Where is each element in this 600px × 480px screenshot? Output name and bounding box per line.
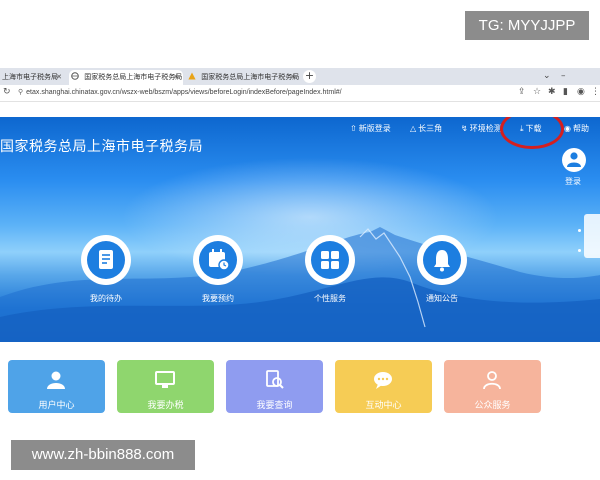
globe-icon: [71, 71, 79, 80]
service-appointment[interactable]: 我要预约: [188, 235, 248, 304]
grid-icon: [321, 251, 339, 269]
nav-env-check[interactable]: ↯ 环境检测: [461, 123, 502, 134]
tab-2[interactable]: 国家税务总局上海市电子税务局 ✕: [69, 70, 183, 85]
card-interaction[interactable]: 互动中心: [335, 360, 432, 413]
service-my-todo[interactable]: 我的待办: [76, 235, 136, 304]
download-highlight-circle: [500, 117, 564, 149]
close-icon[interactable]: ✕: [56, 70, 62, 85]
wrench-icon: ↯: [461, 124, 468, 133]
lock-icon: ⚲: [18, 89, 24, 96]
side-dot: [578, 229, 581, 232]
tab-bar: 上海市电子税务局 ✕ 国家税务总局上海市电子税务局 ✕ 国家税务总局上海市电子税…: [0, 68, 600, 85]
service-circle: [81, 235, 131, 285]
side-dot: [578, 249, 581, 252]
bell-icon: [434, 250, 450, 272]
home-up-icon: ⇧: [350, 124, 357, 133]
calendar-clock-icon: [209, 249, 230, 271]
sidebar-icon[interactable]: ▮: [563, 87, 568, 97]
service-label: 通知公告: [426, 294, 458, 303]
url-field[interactable]: ⚲ etax.shanghai.chinatax.gov.cn/wszx-web/…: [18, 88, 342, 96]
service-circle: [417, 235, 467, 285]
service-label: 个性服务: [314, 294, 346, 303]
nav-env-check-label: 环境检测: [469, 124, 502, 133]
tab-1-label: 上海市电子税务局: [2, 73, 58, 81]
service-personal[interactable]: 个性服务: [300, 235, 360, 304]
nav-new-login[interactable]: ⇧ 新版登录: [350, 123, 391, 134]
service-cards: 用户中心 我要办税 我要查询 互动中心 公众服务: [0, 360, 600, 413]
user-icon: [567, 152, 581, 167]
card-user-center[interactable]: 用户中心: [8, 360, 105, 413]
site-title: 国家税务总局上海市电子税务局: [0, 139, 203, 155]
service-circle: [193, 235, 243, 285]
card-label: 我要查询: [256, 401, 293, 411]
menu-icon[interactable]: ⋮: [591, 87, 600, 97]
reload-icon[interactable]: ↻: [3, 87, 11, 97]
warning-icon: [188, 71, 196, 80]
url-text: etax.shanghai.chinatax.gov.cn/wszx-web/b…: [26, 89, 342, 96]
help-icon: ◉: [564, 124, 571, 133]
watermark-bottom: www.zh-bbin888.com: [11, 440, 195, 470]
nav-yangtze-delta-label: 长三角: [418, 124, 443, 133]
tab-2-label: 国家税务总局上海市电子税务局: [84, 73, 183, 81]
login-avatar[interactable]: [562, 148, 586, 172]
extensions-icon[interactable]: ✱: [548, 87, 556, 97]
close-icon[interactable]: ✕: [173, 70, 179, 85]
card-query[interactable]: 我要查询: [226, 360, 323, 413]
card-tax-filing[interactable]: 我要办税: [117, 360, 214, 413]
close-icon[interactable]: ✕: [290, 70, 296, 85]
tab-3-label: 国家税务总局上海市电子税务局: [201, 73, 300, 81]
service-notice[interactable]: 通知公告: [412, 235, 472, 304]
profile-icon[interactable]: ◉: [577, 87, 585, 97]
card-label: 我要办税: [147, 401, 184, 411]
share-icon[interactable]: ⇪: [518, 87, 526, 97]
browser-window: 上海市电子税务局 ✕ 国家税务总局上海市电子税务局 ✕ 国家税务总局上海市电子税…: [0, 68, 600, 413]
people-icon: [483, 371, 501, 390]
user-icon: [47, 371, 65, 389]
service-label: 我的待办: [90, 294, 122, 303]
search-doc-icon: [266, 370, 284, 389]
login-label[interactable]: 登录: [565, 176, 581, 187]
tab-3[interactable]: 国家税务总局上海市电子税务局 ✕: [186, 70, 300, 85]
nav-help[interactable]: ◉ 帮助: [564, 123, 589, 134]
todo-document-icon: [99, 250, 113, 269]
minimize-icon[interactable]: –: [561, 71, 566, 81]
card-public-service[interactable]: 公众服务: [444, 360, 541, 413]
service-circle: [305, 235, 355, 285]
new-tab-button[interactable]: +: [303, 70, 316, 83]
side-toolbar[interactable]: [584, 214, 600, 258]
star-icon[interactable]: ☆: [533, 87, 541, 97]
address-bar: ↻ ⚲ etax.shanghai.chinatax.gov.cn/wszx-we…: [0, 85, 600, 102]
tab-search-icon[interactable]: ⌄: [543, 71, 551, 81]
nav-new-login-label: 新版登录: [358, 124, 391, 133]
triangle-icon: △: [410, 124, 417, 133]
monitor-icon: [155, 371, 175, 388]
service-label: 我要预约: [202, 294, 234, 303]
card-label: 互动中心: [365, 401, 402, 411]
nav-yangtze-delta[interactable]: △ 长三角: [410, 123, 442, 134]
hero-banner: 国家税务总局上海市电子税务局 ⇧ 新版登录 △ 长三角 ↯ 环境检测 ⤓ 下载 ◉ 帮助 …: [0, 117, 600, 342]
chat-icon: [374, 372, 392, 389]
tab-1[interactable]: 上海市电子税务局 ✕: [0, 70, 66, 85]
nav-help-label: 帮助: [572, 124, 589, 133]
watermark-top: TG: MYYJJPP: [465, 11, 589, 40]
card-label: 公众服务: [474, 401, 511, 411]
card-label: 用户中心: [38, 401, 75, 411]
